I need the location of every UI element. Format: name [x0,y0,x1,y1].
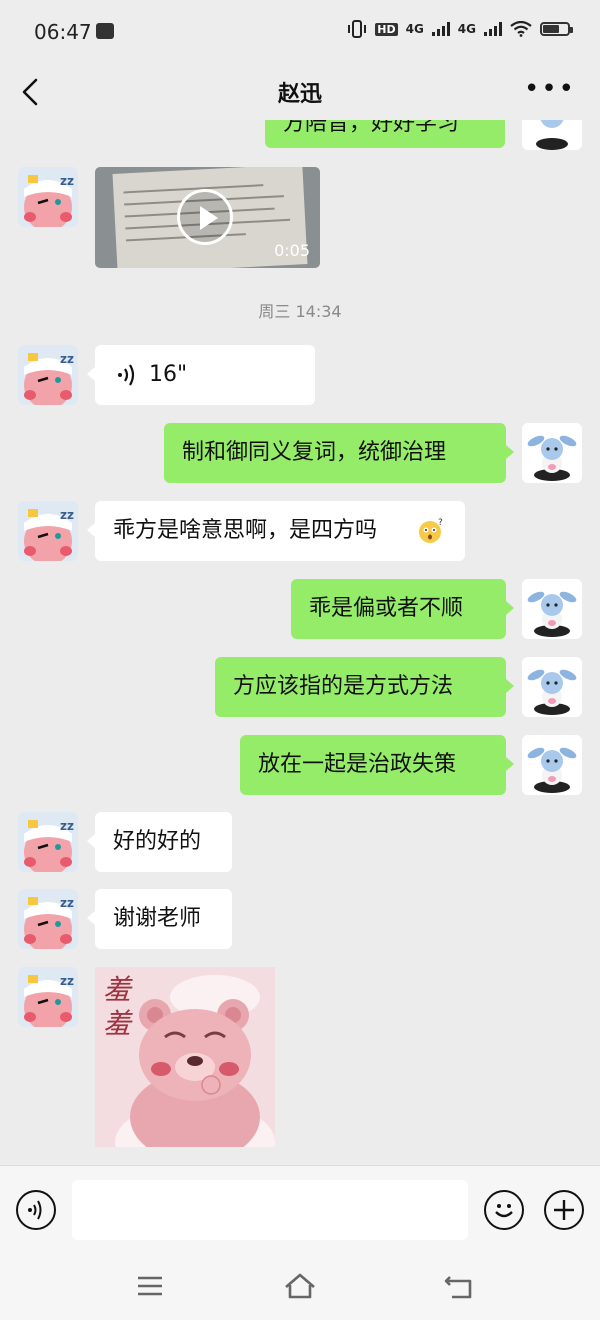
message-outgoing[interactable]: 方应该指的是方式方法 [215,657,514,717]
status-icons: HD 4G 4G [347,20,573,38]
plus-icon [554,1200,574,1220]
home-icon [285,1273,315,1299]
video-duration: 0:05 [274,241,310,260]
message-text: 乖方是啥意思啊，是四方吗 [113,518,378,543]
vibrate-icon [348,20,367,38]
my-avatar[interactable] [522,735,582,795]
message-text: 方陪音，好好学习 [283,120,460,136]
network-label-2: 4G [457,22,476,36]
system-nav-bar [0,1255,600,1320]
status-bar: 06:47 HD 4G 4G [0,0,600,64]
message-text: 方应该指的是方式方法 [233,674,454,699]
message-outgoing[interactable]: 制和御同义复词，统御治理 [164,423,514,483]
voice-message[interactable]: 16" [87,345,315,405]
message-incoming[interactable]: 谢谢老师 [87,889,232,949]
svg-text:zz: zz [60,352,74,366]
contact-avatar[interactable]: zz [18,812,78,872]
svg-text:zz: zz [60,819,74,833]
voice-wave-icon [28,1200,42,1220]
message-outgoing[interactable]: 放在一起是治政失策 [240,735,514,795]
wifi-icon [510,21,532,37]
emoji-button[interactable] [484,1190,524,1230]
chat-input-bar [0,1165,600,1256]
message-text: 谢谢老师 [113,906,202,931]
message-timestamp: 周三 14:34 [258,302,342,321]
more-options-button[interactable]: ••• [524,74,576,104]
message-text: 乖是偏或者不顺 [309,596,464,621]
sticker-caption: 羞羞 [103,973,132,1040]
voice-duration: 16" [149,362,188,387]
back-nav-button[interactable] [438,1269,478,1303]
menu-nav-button[interactable] [130,1269,170,1303]
battery-icon [540,22,573,36]
hd-badge: HD [375,22,398,36]
contact-avatar[interactable]: zz [18,501,78,561]
message-input[interactable] [72,1180,468,1240]
my-avatar[interactable] [522,120,582,150]
svg-text:zz: zz [60,508,74,522]
back-arrow-icon [444,1276,472,1299]
message-text: 好的好的 [113,829,202,854]
contact-avatar[interactable]: zz [18,345,78,405]
voice-wave-icon [118,364,135,386]
contact-avatar[interactable]: zz [18,967,78,1027]
home-nav-button[interactable] [280,1269,320,1303]
sticker-message[interactable]: 羞羞 [95,967,275,1147]
message-text: 放在一起是治政失策 [258,752,457,777]
message-outgoing[interactable]: 乖是偏或者不顺 [291,579,514,639]
svg-text:zz: zz [60,974,74,988]
chat-title: 赵迅 [277,82,322,107]
message-incoming[interactable]: 乖方是啥意思啊，是四方吗 ? [87,501,465,561]
smiley-icon [495,1204,513,1218]
signal-icon-2 [484,22,502,36]
chat-header: 赵迅 ••• [0,64,600,120]
contact-avatar[interactable]: zz [18,167,78,227]
more-actions-button[interactable] [544,1190,584,1230]
chat-message-list[interactable]: 方陪音，好好学习 zz 0:05 周三 14:34 zz 16" 制和御同义复词… [0,120,600,1165]
voice-input-button[interactable] [16,1190,56,1230]
my-avatar[interactable] [522,423,582,483]
notification-icon [96,23,114,39]
svg-text:zz: zz [60,896,74,910]
message-incoming[interactable]: 好的好的 [87,812,232,872]
message-outgoing-partial[interactable]: 方陪音，好好学习 [265,120,505,148]
svg-text:?: ? [438,518,443,528]
play-icon[interactable] [177,189,233,245]
menu-icon [138,1276,162,1296]
my-avatar[interactable] [522,657,582,717]
network-label-1: 4G [405,22,424,36]
svg-text:zz: zz [60,174,74,188]
status-time: 06:47 [34,20,92,44]
video-message[interactable]: 0:05 [95,167,320,268]
message-text: 制和御同义复词，统御治理 [182,440,447,465]
signal-icon [431,22,450,36]
contact-avatar[interactable]: zz [18,889,78,949]
confused-emoji-icon: ? [419,518,443,543]
my-avatar[interactable] [522,579,582,639]
